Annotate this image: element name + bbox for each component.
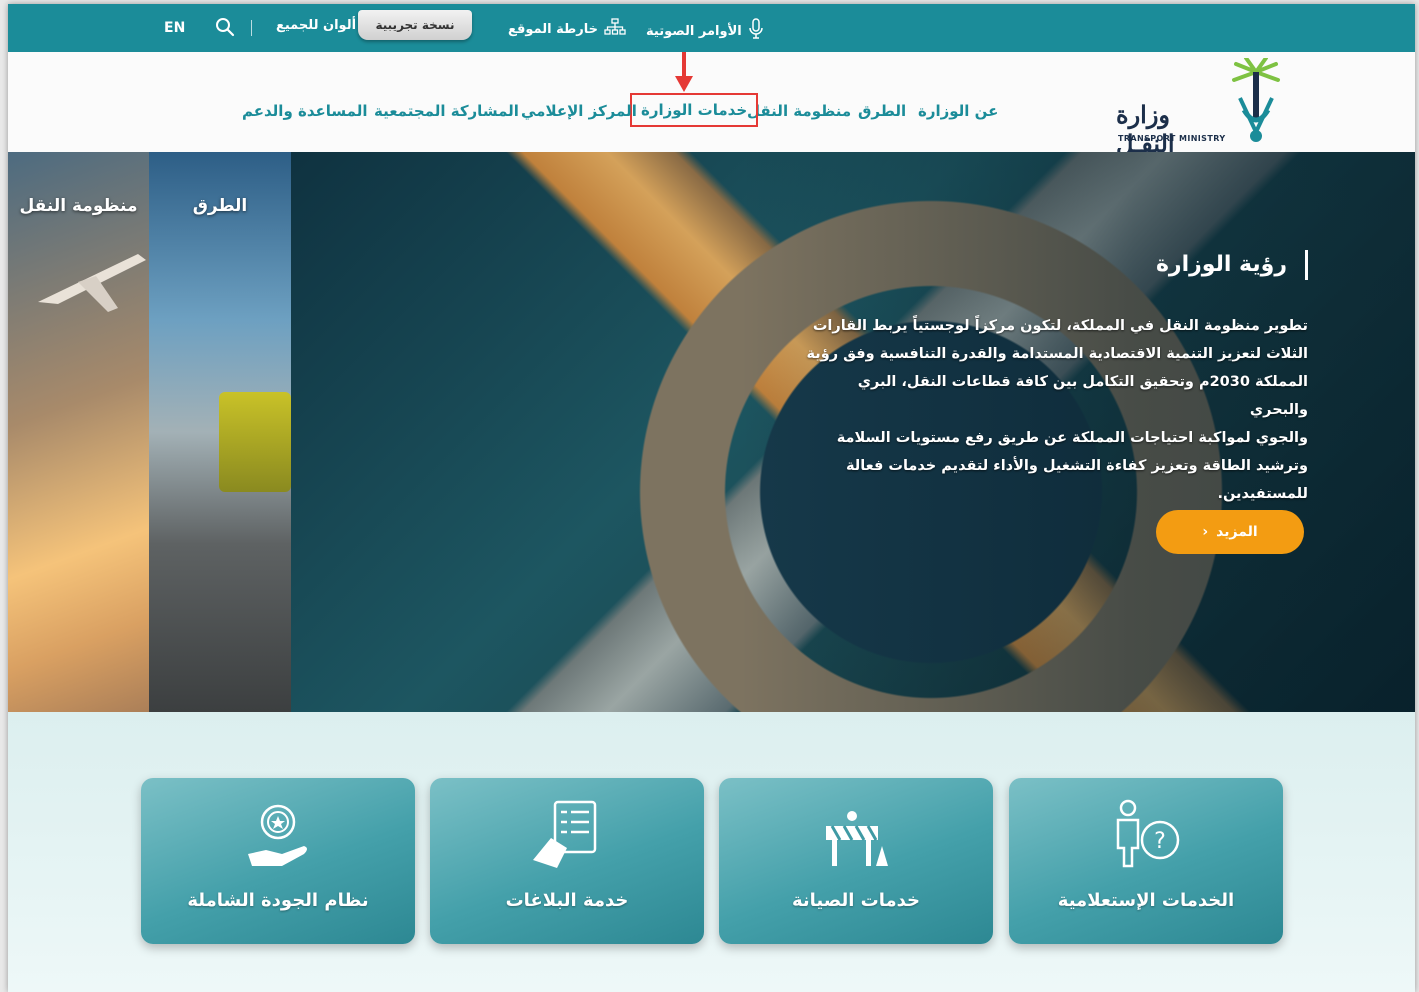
voice-commands-label: الأوامر الصوتية — [646, 23, 742, 39]
nav-media-center[interactable]: المركز الإعلامي — [521, 102, 637, 120]
ministry-logo[interactable]: وزارة النقـل TRANSPORT MINISTRY — [1116, 58, 1286, 158]
card-label: نظام الجودة الشاملة — [187, 890, 369, 911]
browser-page: EN ألوان للجميع نسخة تجريبية خارطة الموق… — [8, 4, 1415, 992]
slide-tab-roads[interactable]: الطرق — [149, 152, 291, 712]
utility-bar: EN ألوان للجميع نسخة تجريبية خارطة الموق… — [8, 4, 1415, 52]
vision-line: تطوير منظومة النقل في المملكة، لتكون مرك… — [812, 318, 1308, 334]
road-roller-image — [219, 392, 291, 492]
card-inquiry-services[interactable]: ? الخدمات الإستعلامية — [1009, 778, 1283, 944]
nav-community-participation[interactable]: المشاركة المجتمعية — [374, 102, 519, 120]
more-button-label: المزيد — [1216, 524, 1258, 540]
services-section: نظام الجودة الشاملة خدمة البلاغات خدمات … — [8, 712, 1415, 992]
card-reports-service[interactable]: خدمة البلاغات — [430, 778, 704, 944]
vision-line: الثلاث لتعزيز التنمية الاقتصادية المستدا… — [806, 346, 1308, 362]
sitemap-icon — [604, 18, 626, 40]
vision-line: للمستفيدين. — [1217, 486, 1309, 502]
microphone-icon — [748, 18, 764, 44]
card-quality-system[interactable]: نظام الجودة الشاملة — [141, 778, 415, 944]
search-icon[interactable] — [214, 16, 236, 38]
card-label: الخدمات الإستعلامية — [1057, 890, 1235, 911]
vision-block: رؤية الوزارة تطوير منظومة النقل في الممل… — [798, 250, 1308, 508]
maintenance-barrier-icon — [826, 811, 888, 866]
language-switch[interactable]: EN — [164, 20, 185, 36]
more-button[interactable]: المزيد ‹ — [1156, 510, 1304, 554]
vision-line: وترشيد الطاقة وتعزيز كفاءة التشغيل والأد… — [845, 458, 1308, 474]
beta-badge: نسخة تجريبية — [358, 10, 472, 40]
nav-roads[interactable]: الطرق — [858, 102, 906, 120]
card-maintenance-services[interactable]: خدمات الصيانة — [719, 778, 993, 944]
slide-tab-label: الطرق — [192, 196, 248, 216]
main-header: عن الوزارة الطرق منظومة النقل خدمات الوز… — [8, 52, 1415, 158]
nav-ministry-services[interactable]: خدمات الوزارة — [630, 93, 759, 127]
voice-commands-link[interactable]: الأوامر الصوتية — [646, 18, 764, 44]
sitemap-link[interactable]: خارطة الموقع — [508, 18, 626, 40]
airplane-image — [38, 254, 146, 312]
vision-line: والجوي لمواكبة احتياجات المملكة عن طريق … — [836, 430, 1308, 446]
vision-line: المملكة 2030م وتحقيق التكامل بين كافة قط… — [857, 374, 1308, 418]
slide-tab-transport-system[interactable]: منظومة النقل — [8, 152, 149, 712]
logo-english-name: TRANSPORT MINISTRY — [1118, 134, 1226, 143]
colors-for-all-link[interactable]: ألوان للجميع — [276, 18, 356, 33]
report-document-icon — [533, 800, 597, 868]
inquiry-person-icon: ? — [1116, 799, 1180, 868]
chevron-left-icon: ‹ — [1202, 524, 1209, 540]
nav-about-ministry[interactable]: عن الوزارة — [918, 102, 998, 120]
card-label: خدمة البلاغات — [505, 890, 629, 911]
logo-arabic-name: وزارة النقـل — [1116, 100, 1175, 158]
divider — [251, 20, 252, 36]
vision-title: رؤية الوزارة — [798, 250, 1308, 280]
vision-text: تطوير منظومة النقل في المملكة، لتكون مرك… — [798, 312, 1308, 508]
colors-for-all-label: ألوان للجميع — [276, 18, 357, 33]
quality-award-icon — [248, 804, 307, 866]
slide-tab-label: منظومة النقل — [19, 196, 138, 216]
nav-help-support[interactable]: المساعدة والدعم — [242, 102, 368, 120]
hero-slider: منظومة النقل الطرق رؤية الوزارة تطوير من… — [8, 152, 1415, 712]
palm-emblem-icon — [1232, 58, 1280, 142]
svg-text:?: ? — [1154, 829, 1166, 854]
annotation-arrow-icon — [675, 52, 693, 92]
card-label: خدمات الصيانة — [791, 890, 921, 911]
nav-transport-system[interactable]: منظومة النقل — [747, 102, 851, 120]
sitemap-label: خارطة الموقع — [508, 21, 598, 37]
